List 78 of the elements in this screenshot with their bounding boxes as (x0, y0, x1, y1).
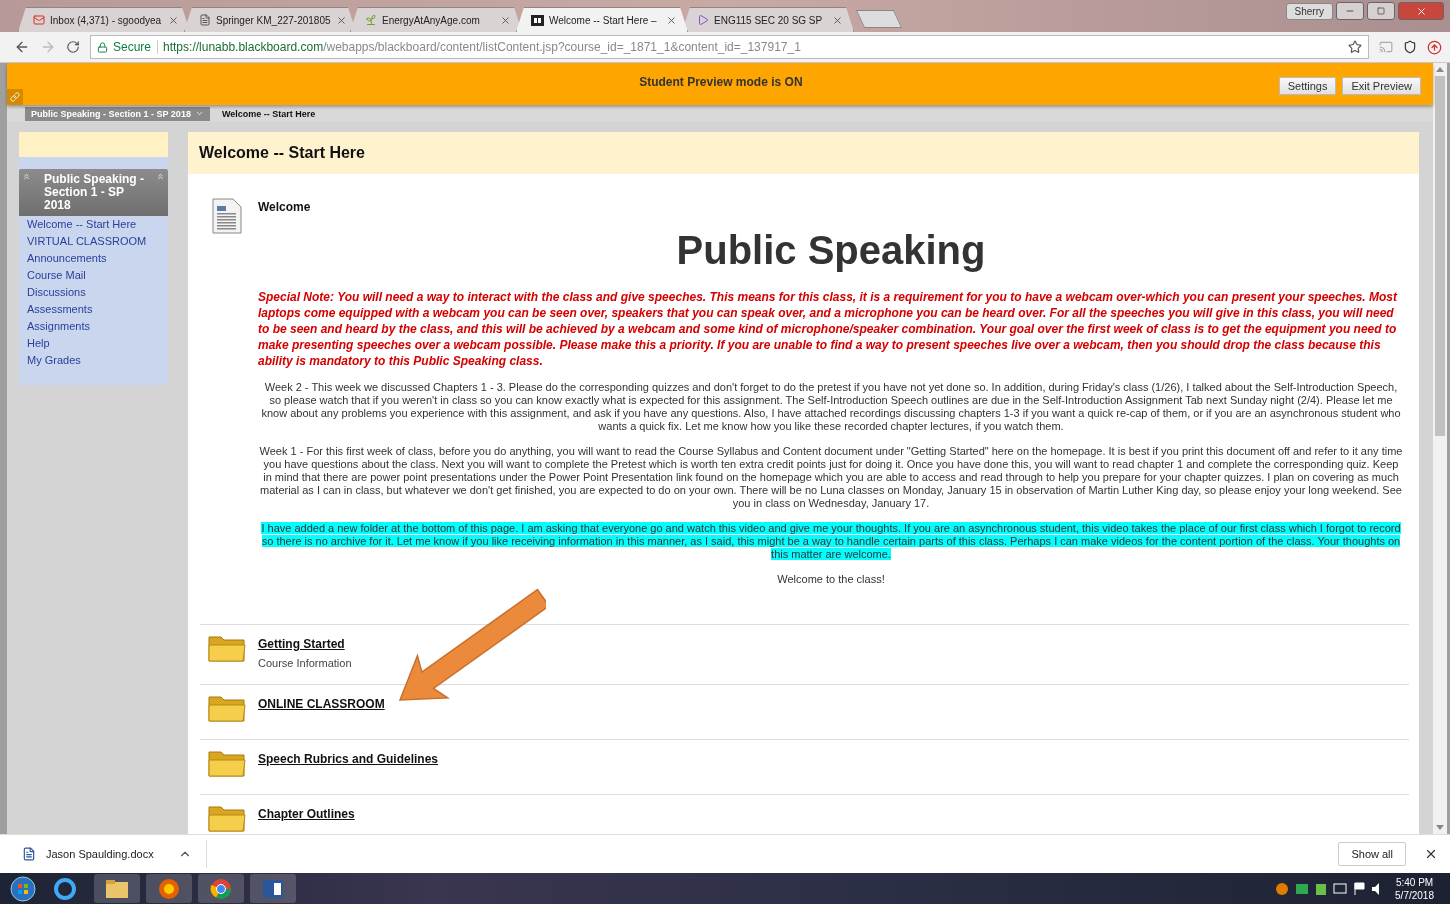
course-heading: Public Speaking (675, 228, 987, 273)
site-logo-icon (531, 14, 544, 26)
browser-tab[interactable]: Welcome -- Start Here – (516, 7, 688, 32)
close-icon[interactable] (666, 14, 677, 26)
preview-message: Student Preview mode is ON (638, 75, 804, 89)
menu-link[interactable]: Help (19, 335, 168, 352)
mail-icon (33, 14, 45, 26)
course-title: Public Speaking - Section 1 - SP 2018 (19, 169, 168, 216)
lock-icon (97, 41, 108, 53)
tray-icon[interactable] (1275, 881, 1290, 896)
clock-time: 5:40 PM (1395, 875, 1434, 889)
back-icon[interactable] (14, 39, 30, 55)
shield-icon[interactable] (1403, 40, 1417, 54)
special-note: Special Note: You will need a way to interact with the class and give speeches. This means for this class, it is a requirement for you to have a webcam over-which you can present your speeches. Most laptops come equipped with a webcam you can be seen over, speakers that you can speak over, and a microphone you can be heard over. For all the speeches you will give in this class, you will need to be seen and heard by the class, and this will be achieved by a webcam and some kind of microphone/speaker combination. Your goal over the first week of class is to get the equipment you need to make presenting speeches over a webcam possible. Please make this a priority. If you are unable to find a way to present speeches live over a webcam, then you should drop the class because this ability is mandatory to this Public Speaking class. (258, 289, 1399, 369)
minimize-button[interactable] (1336, 2, 1364, 20)
document-icon (212, 198, 242, 234)
url-text: https://lunabb.blackboard.com/webapps/blackboard/content/listContent.jsp?course_id=_1871_1&content_id=_137917_1 (163, 40, 801, 54)
word-file-icon (22, 847, 36, 861)
menu-link[interactable]: Announcements (19, 250, 168, 267)
menu-link[interactable]: Assignments (19, 318, 168, 335)
chrome-icon (210, 877, 232, 900)
menu-link[interactable]: My Grades (19, 352, 168, 369)
folder-link[interactable]: ONLINE CLASSROOM (258, 697, 385, 711)
folder-icon (208, 693, 246, 723)
clock-date: 5/7/2018 (1395, 888, 1434, 902)
menu-link[interactable]: Assessments (19, 301, 168, 318)
word-icon (262, 878, 284, 899)
folder-link[interactable]: Speech Rubrics and Guidelines (258, 752, 439, 766)
scroll-up-icon[interactable] (1436, 67, 1444, 72)
maximize-button[interactable] (1367, 2, 1395, 20)
tray-icon[interactable] (1295, 881, 1310, 896)
chevron-down-icon (194, 109, 204, 118)
maximize-icon (1377, 7, 1385, 15)
sprout-icon (365, 14, 377, 26)
close-icon (1415, 5, 1427, 17)
network-icon[interactable] (1333, 882, 1348, 895)
tray-icon[interactable] (1315, 881, 1328, 896)
close-icon[interactable] (1424, 847, 1438, 861)
preview-button[interactable]: Settings (1278, 77, 1337, 95)
new-tab-button[interactable] (855, 10, 903, 28)
volume-icon[interactable] (1371, 881, 1382, 896)
preview-button[interactable]: Exit Preview (1342, 77, 1421, 95)
menu-link[interactable]: Course Mail (19, 267, 168, 284)
menu-link[interactable]: Discussions (19, 284, 168, 301)
taskbar-app[interactable] (146, 874, 192, 903)
folder-icon (105, 878, 129, 899)
profile-button[interactable]: Sherry (1285, 2, 1333, 20)
menu-link[interactable]: VIRTUAL CLASSROOM (19, 233, 168, 250)
scroll-down-icon[interactable] (1436, 825, 1444, 830)
taskbar-app[interactable] (198, 874, 244, 903)
folder-icon (208, 633, 246, 663)
upload-icon[interactable] (1427, 39, 1442, 55)
secure-label: Secure (113, 40, 159, 54)
play-icon (697, 14, 709, 26)
folder-icon (208, 748, 246, 778)
paragraph: Week 1 - For this first week of class, before you do anything, you will want to read the Course Syllabus and Content document under "Getting Started" here on the homepage. It is best if you print this document off and refer to it any time you have questions about the class. Next you will want to complete the Pretest which is worth ten extra credit points just for doing it. Once you have done this, you will want to read chapter 1 and complete the corresponding quiz. Keep in mind that there are power point presentations under the Power Point Presentation link found on the homepage which you are able to access and read through to help you prepare for your chapter quizzes. I plan on covering as much material as I can in class, but whatever we don't get finished, you are expected to do on your own. There will be no Luna classes on Monday, January 15 in observation of Martin Luther King day, so please enjoy your long weekend. See you in class on Wednesday, January 17. (258, 445, 1404, 510)
reload-icon[interactable] (66, 40, 80, 54)
folder-link[interactable]: Getting Started (258, 637, 345, 651)
download-name[interactable]: Jason Spaulding.docx (46, 848, 154, 860)
scrollbar[interactable] (1433, 63, 1447, 834)
show-all-button[interactable]: Show all (1338, 842, 1406, 866)
highlighted-paragraph: I have added a new folder at the bottom of this page. I am asking that everyone go and watch this video and give me your thoughts. If you are an asynchronous student, this video takes the place of our first class which I forgot to record so there is no archive for it. Let me know if you like receiving information in this manner, as I said, this might be a way to handle certain parts of this class. Perhaps I can make videos for the content portion of the class. Your thoughts on this matter are welcome. (260, 522, 1402, 561)
folder-link[interactable]: Chapter Outlines (258, 807, 355, 821)
folder-description: Course Information (258, 657, 352, 669)
folder-icon (208, 803, 246, 833)
paragraph: Welcome to the class! (776, 573, 886, 586)
item-title: Welcome (258, 200, 312, 214)
menu-link[interactable]: Welcome -- Start Here (19, 216, 168, 233)
flag-icon[interactable] (1353, 881, 1366, 896)
paragraph: Week 2 - This week we discussed Chapters 1 - 3. Please do the corresponding quizzes and don't forget to do the pretest if you have not yet done so. In addition, during Friday's class (1/26), I talked about the Self-Introduction Speech, so please watch that if you weren't in class so you can know exactly what is expected for this assignment. The Self-Introduction Speech outlines are due in the Self-Introduction Assignment Tab next Sunday night (2/4). Please let me know about any problems you experience with this assignment, and ask if you have any questions. Also, I have attached recordings discussing chapters 1-3 if you want a quick re-cap of them, or if you are an asynchronous student who wants a quick fix. Let me know how you like these recorded chapter lectures, if you watch them. (260, 381, 1402, 433)
taskbar-app[interactable] (250, 874, 296, 903)
taskbar-app[interactable] (94, 874, 140, 903)
page-icon (199, 14, 211, 26)
address-field[interactable]: Secure https://lunabb.blackboard.com/webapps/blackboard/content/listContent.jsp?course_id=_1871_1&content_id=_137917_1 (90, 35, 1369, 59)
start-button[interactable] (10, 875, 36, 902)
breadcrumb-current: Welcome -- Start Here (221, 108, 316, 119)
page-title: Welcome -- Start Here (188, 132, 1419, 174)
star-icon[interactable] (1348, 40, 1362, 54)
